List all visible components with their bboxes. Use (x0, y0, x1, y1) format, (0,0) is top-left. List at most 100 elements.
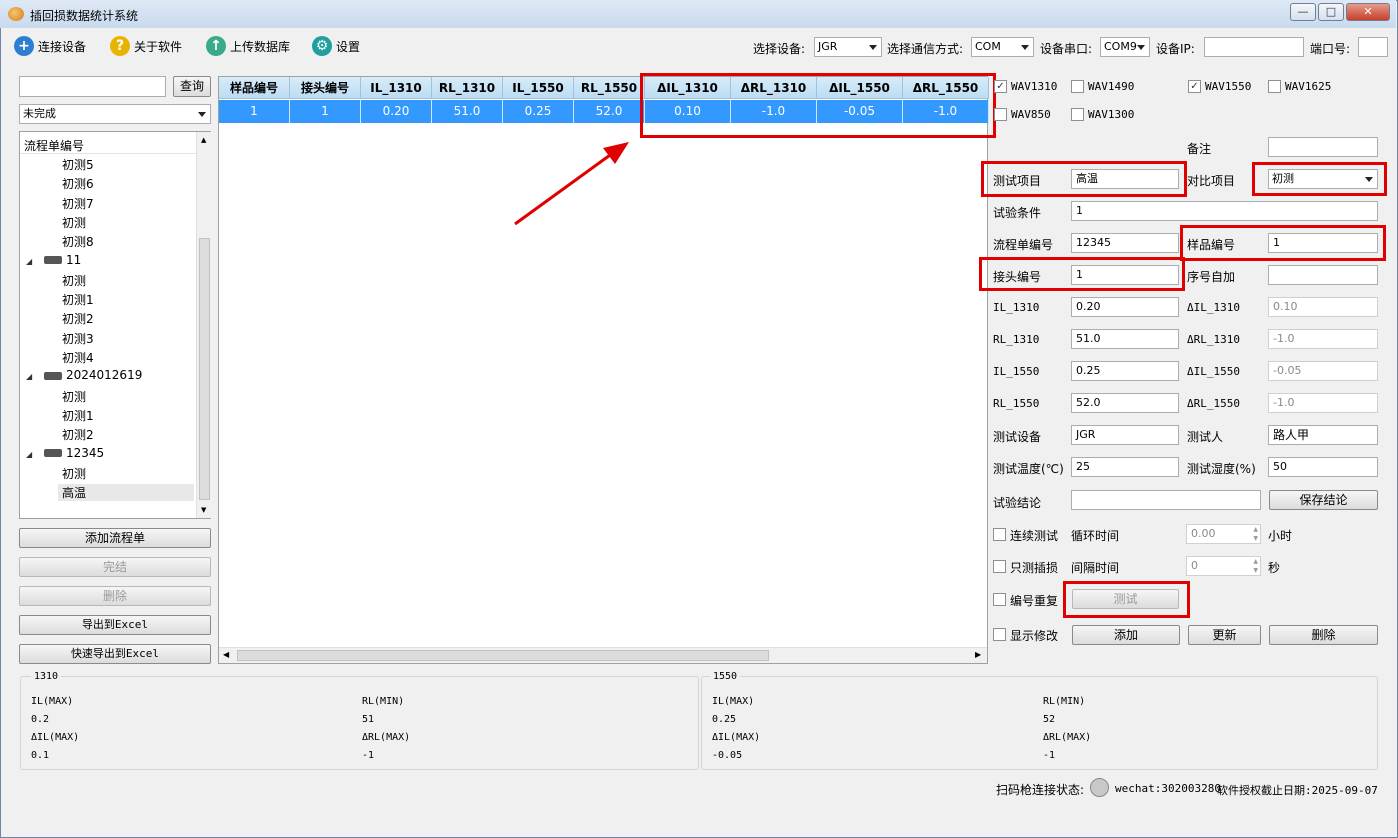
tree-node-flow[interactable]: ◢ 2024012619 (26, 368, 142, 382)
tree-node-item[interactable]: 初测4 (62, 349, 94, 366)
tree-node-item[interactable]: 初测7 (62, 195, 94, 212)
column-header[interactable]: 样品编号 (219, 77, 290, 99)
duplicate-number-checkbox[interactable] (993, 593, 1006, 606)
grid-hscrollbar[interactable]: ◀ ▶ (219, 647, 987, 663)
checkbox[interactable] (1268, 80, 1281, 93)
tree-node-item[interactable]: 初测 (62, 388, 86, 405)
delta-il1310-input[interactable]: 0.10 (1268, 297, 1378, 317)
grid-scroll-thumb[interactable] (237, 650, 769, 661)
tree-node-item[interactable]: 初测 (62, 214, 86, 231)
test-humidity-input[interactable]: 50 (1268, 457, 1378, 477)
rl1310-input[interactable]: 51.0 (1071, 329, 1179, 349)
maximize-button[interactable]: □ (1318, 3, 1344, 21)
wavelength-checkbox-item[interactable]: ✓ WAV1310 (994, 80, 1057, 93)
minimize-button[interactable]: — (1290, 3, 1316, 21)
test-device-input[interactable]: JGR (1071, 425, 1179, 445)
tree-node-item[interactable]: 初测3 (62, 330, 94, 347)
scroll-down-icon[interactable]: ▼ (201, 506, 206, 514)
expand-triangle-icon[interactable]: ◢ (26, 257, 32, 266)
tester-input[interactable]: 路人甲 (1268, 425, 1378, 445)
add-button[interactable]: 添加 (1072, 625, 1180, 645)
show-modify-checkbox[interactable] (993, 628, 1006, 641)
tree-node-item[interactable]: 高温 (58, 484, 194, 502)
cycle-time-spinner[interactable]: 0.00 ▲ ▼ (1186, 524, 1261, 544)
comm-method-select[interactable]: COM (971, 37, 1034, 57)
scroll-up-icon[interactable]: ▲ (201, 136, 206, 144)
tree-scroll-thumb[interactable] (199, 238, 210, 500)
table-cell[interactable]: 51.0 (432, 100, 503, 123)
il1550-input[interactable]: 0.25 (1071, 361, 1179, 381)
port-number-input[interactable] (1358, 37, 1388, 57)
tree-node-flow[interactable]: ◢ 11 (26, 253, 81, 267)
checkbox[interactable] (1071, 80, 1084, 93)
test-temp-input[interactable]: 25 (1071, 457, 1179, 477)
about-software-button[interactable]: ? 关于软件 (110, 36, 182, 56)
tree-node-item[interactable]: 初测1 (62, 291, 94, 308)
add-flow-button[interactable]: 添加流程单 (19, 528, 211, 548)
il1310-input[interactable]: 0.20 (1071, 297, 1179, 317)
checkbox[interactable] (1071, 108, 1084, 121)
tree-node-item[interactable]: 初测5 (62, 156, 94, 173)
delta-rl1310-input[interactable]: -1.0 (1268, 329, 1378, 349)
device-ip-input[interactable] (1204, 37, 1304, 57)
connect-device-button[interactable]: + 连接设备 (14, 36, 86, 56)
tree-node-flow[interactable]: ◢ 12345 (26, 446, 104, 460)
tree-node-item[interactable]: 初测 (62, 272, 86, 289)
flow-number-input[interactable]: 12345 (1071, 233, 1179, 253)
table-cell[interactable]: 52.0 (574, 100, 645, 123)
wavelength-checkbox-item[interactable]: ✓ WAV1550 (1188, 80, 1251, 93)
wavelength-checkbox-item[interactable]: WAV1490 (1071, 80, 1134, 93)
search-button[interactable]: 查询 (173, 76, 211, 97)
continuous-test-checkbox[interactable] (993, 528, 1006, 541)
delta-il1550-input[interactable]: -0.05 (1268, 361, 1378, 381)
serial-port-select[interactable]: COM9 (1100, 37, 1150, 57)
tree-node-item[interactable]: 初测1 (62, 407, 94, 424)
update-button[interactable]: 更新 (1188, 625, 1261, 645)
scroll-left-icon[interactable]: ◀ (223, 650, 229, 659)
column-header[interactable]: IL_1310 (361, 77, 432, 99)
il-only-checkbox[interactable] (993, 560, 1006, 573)
status-filter-select[interactable]: 未完成 (19, 104, 211, 124)
scroll-right-icon[interactable]: ▶ (975, 650, 981, 659)
tree-node-item[interactable]: 初测8 (62, 233, 94, 250)
expand-triangle-icon[interactable]: ◢ (26, 450, 32, 459)
column-header[interactable]: IL_1550 (503, 77, 574, 99)
column-header[interactable]: 接头编号 (290, 77, 361, 99)
tree-node-item[interactable]: 初测 (62, 465, 86, 482)
checkbox[interactable]: ✓ (1188, 80, 1201, 93)
wavelength-checkbox-item[interactable]: WAV1300 (1071, 108, 1134, 121)
table-cell[interactable]: 0.20 (361, 100, 432, 123)
settings-button[interactable]: ⚙ 设置 (312, 36, 360, 56)
finish-button[interactable]: 完结 (19, 557, 211, 577)
remark-input[interactable] (1268, 137, 1378, 157)
wavelength-checkbox-item[interactable]: WAV1625 (1268, 80, 1331, 93)
table-cell[interactable]: 0.25 (503, 100, 574, 123)
tree-node-item[interactable]: 初测2 (62, 310, 94, 327)
tree-node-item[interactable]: 初测6 (62, 175, 94, 192)
condition-input[interactable]: 1 (1071, 201, 1378, 221)
delete-button[interactable]: 删除 (1269, 625, 1378, 645)
tree-scrollbar[interactable]: ▲ ▼ (196, 132, 211, 518)
table-cell[interactable]: 1 (219, 100, 290, 123)
checkbox[interactable]: ✓ (994, 80, 1007, 93)
delta-rl1550-input[interactable]: -1.0 (1268, 393, 1378, 413)
checkbox[interactable] (994, 108, 1007, 121)
upload-database-button[interactable]: ↑ 上传数据库 (206, 36, 290, 56)
delete-flow-button[interactable]: 删除 (19, 586, 211, 606)
save-conclusion-button[interactable]: 保存结论 (1269, 490, 1378, 510)
quick-export-excel-button[interactable]: 快速导出到Excel (19, 644, 211, 664)
wavelength-checkbox-item[interactable]: WAV850 (994, 108, 1051, 121)
flow-tree[interactable]: 流程单编号 初测5 初测6 初测7 初测 初测8 ◢ 11 初测 初测1 初测2 初测3 初测4 ◢ … (19, 131, 211, 519)
auto-increment-input[interactable] (1268, 265, 1378, 285)
tree-node-item[interactable]: 初测2 (62, 426, 94, 443)
search-input[interactable] (19, 76, 166, 97)
export-excel-button[interactable]: 导出到Excel (19, 615, 211, 635)
rl1550-input[interactable]: 52.0 (1071, 393, 1179, 413)
close-button[interactable]: ✕ (1346, 3, 1390, 21)
interval-time-spinner[interactable]: 0 ▲ ▼ (1186, 556, 1261, 576)
expand-triangle-icon[interactable]: ◢ (26, 372, 32, 381)
table-cell[interactable]: 1 (290, 100, 361, 123)
device-select[interactable]: JGR (814, 37, 882, 57)
conclusion-input[interactable] (1071, 490, 1261, 510)
column-header[interactable]: RL_1310 (432, 77, 503, 99)
